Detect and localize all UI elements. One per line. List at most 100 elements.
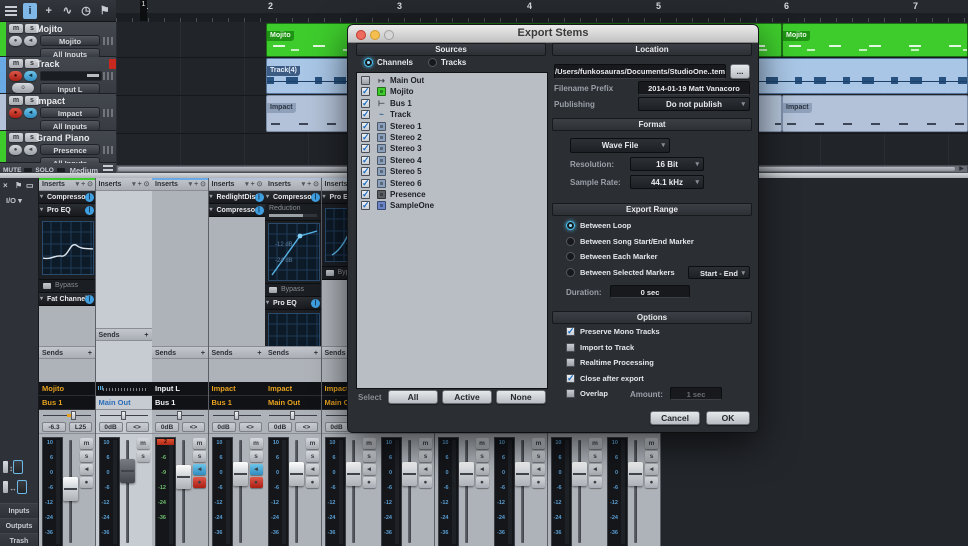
record-arm-button[interactable]: ●	[9, 36, 22, 46]
metronome-icon[interactable]: ◷	[79, 3, 94, 19]
monitor-button[interactable]: ◄	[362, 464, 376, 475]
input-select-button[interactable]: All Inputs	[40, 120, 100, 131]
monitor-button[interactable]: ◄	[588, 464, 602, 475]
mixer-strip-1[interactable]: Inserts ▾ + ⊙Compressor|Pro EQ| BypassFat …	[39, 178, 96, 546]
source-row-stereo-6[interactable]: Stereo 6	[357, 178, 547, 189]
mute-button[interactable]: m	[475, 438, 489, 449]
solo-button[interactable]: s	[532, 451, 545, 462]
volume-value[interactable]: 0dB	[324, 422, 349, 432]
source-checkbox[interactable]	[361, 166, 370, 177]
source-checkbox[interactable]	[361, 132, 370, 143]
power-icon[interactable]: |	[311, 299, 320, 308]
file-type-dropdown[interactable]: Wave File	[570, 138, 670, 153]
record-arm-button[interactable]: ●	[9, 71, 22, 81]
monitor-button[interactable]: ◄	[532, 464, 545, 475]
sources-list[interactable]: ↦ Main Out Mojito ⊢ Bus 1 ~ TrackStereo 1 Stere…	[356, 72, 548, 389]
solo-button[interactable]: s	[475, 451, 489, 462]
fader-handle[interactable]	[515, 462, 530, 486]
insert-plugin[interactable]: Pro EQ|	[39, 204, 95, 217]
source-row-stereo-3[interactable]: Stereo 3	[357, 143, 547, 154]
pan-value[interactable]: L25	[69, 422, 92, 432]
scroll-right-icon[interactable]: ▶	[957, 166, 966, 172]
power-icon[interactable]: |	[254, 193, 264, 202]
source-checkbox[interactable]	[361, 98, 370, 109]
pan-value[interactable]: <>	[295, 422, 318, 432]
pan-control[interactable]	[152, 410, 208, 421]
track-header-mojito[interactable]: m s Mojito ● ◄ Mojito All Inputs	[0, 22, 116, 59]
vertical-resize-icon[interactable]: ↕	[9, 464, 13, 473]
close-window-icon[interactable]	[356, 30, 366, 40]
monitor-button[interactable]: ◄	[24, 36, 37, 46]
mute-button[interactable]: m	[9, 133, 23, 142]
monitor-button[interactable]: ◄	[24, 71, 37, 81]
fader-handle[interactable]	[458, 462, 474, 486]
option-checkbox[interactable]	[566, 326, 575, 337]
preset-button[interactable]: Presence	[40, 144, 100, 155]
fader-handle[interactable]	[345, 462, 361, 486]
pan-control[interactable]	[208, 410, 265, 421]
pan-handle[interactable]	[120, 411, 126, 420]
record-arm-button[interactable]: ●	[588, 477, 602, 488]
sample-rate-dropdown[interactable]: 44.1 kHz	[630, 175, 704, 189]
sources-radio-channels[interactable]	[364, 58, 373, 67]
info-icon[interactable]: i	[22, 2, 38, 19]
pan-handle[interactable]	[290, 411, 296, 420]
cancel-button[interactable]: Cancel	[650, 411, 700, 425]
mute-button[interactable]: m	[306, 438, 319, 449]
solo-button[interactable]: s	[306, 451, 319, 462]
automation-icon[interactable]: ∿	[60, 3, 75, 19]
export-path-field[interactable]: /Users/funkosauras/Documents/StudioOne..…	[554, 64, 726, 79]
select-all-button[interactable]: All	[388, 390, 438, 404]
mono-button[interactable]: o	[12, 83, 34, 93]
channel-name[interactable]: Impact	[265, 382, 321, 396]
record-arm-button[interactable]: ●	[645, 477, 658, 488]
browse-button[interactable]: ...	[730, 64, 750, 79]
source-row-sampleone[interactable]: SampleOne	[357, 200, 547, 211]
source-checkbox[interactable]	[361, 86, 370, 97]
bank-trash[interactable]: Trash	[0, 533, 38, 546]
volume-value[interactable]: -6.3	[42, 422, 66, 432]
filename-prefix-field[interactable]: 2014-01-19 Matt Vanacoro	[638, 81, 750, 95]
source-row-stereo-4[interactable]: Stereo 4	[357, 155, 547, 166]
power-icon[interactable]: |	[85, 295, 94, 304]
window-icon[interactable]: ▭	[26, 181, 34, 190]
mute-button[interactable]: m	[419, 438, 432, 449]
sources-radio-tracks[interactable]	[428, 58, 437, 67]
mute-button[interactable]: m	[80, 438, 93, 449]
bypass-toggle[interactable]: Bypass	[265, 284, 321, 296]
monitor-button[interactable]: ◄	[80, 464, 93, 475]
source-checkbox[interactable]	[361, 178, 370, 189]
pan-value[interactable]: <>	[238, 422, 262, 432]
range-radio[interactable]	[566, 221, 575, 230]
track-header-track[interactable]: m s Track ● ◄ o Input L	[0, 57, 116, 94]
source-checkbox[interactable]	[361, 76, 370, 85]
io-selector[interactable]: I/O ▾	[6, 196, 22, 205]
record-arm-button[interactable]: ●	[532, 477, 545, 488]
pan-control[interactable]	[95, 410, 152, 421]
source-row-presence[interactable]: Presence	[357, 189, 547, 200]
source-checkbox[interactable]	[361, 121, 370, 132]
solo-button[interactable]: s	[362, 451, 376, 462]
channel-name[interactable]	[95, 382, 152, 396]
flag-icon[interactable]: ⚑	[97, 3, 112, 19]
track-header-grand-piano[interactable]: msGrand Piano●◄PresenceAll Inputs	[0, 131, 116, 163]
power-icon[interactable]: |	[85, 206, 94, 215]
channel-name[interactable]: Mojito	[39, 382, 95, 396]
mute-button[interactable]: m	[9, 24, 23, 33]
insert-plugin[interactable]: Compressor|	[39, 191, 95, 204]
monitor-button[interactable]: ◄	[24, 145, 37, 155]
source-checkbox[interactable]	[361, 189, 370, 200]
monitor-button[interactable]: ◄	[306, 464, 319, 475]
mixer-strip-2[interactable]: Inserts ▾ + ⊙ Sends + Main Out 0dB<> 10 6 0 -6 -12…	[95, 178, 153, 546]
add-send-icon[interactable]: +	[144, 329, 148, 342]
horizontal-resize-icon[interactable]: ↔	[9, 484, 17, 493]
menu-icon[interactable]	[4, 2, 19, 19]
source-checkbox[interactable]	[361, 109, 370, 120]
range-radio[interactable]	[566, 252, 575, 261]
volume-value[interactable]: 0dB	[268, 422, 292, 432]
fader-handle[interactable]	[402, 462, 417, 486]
solo-button[interactable]: s	[80, 451, 93, 462]
pan-value[interactable]: <>	[182, 422, 205, 432]
preset-button[interactable]: Impact	[40, 107, 100, 118]
source-row-main-out[interactable]: ↦ Main Out	[357, 75, 547, 86]
